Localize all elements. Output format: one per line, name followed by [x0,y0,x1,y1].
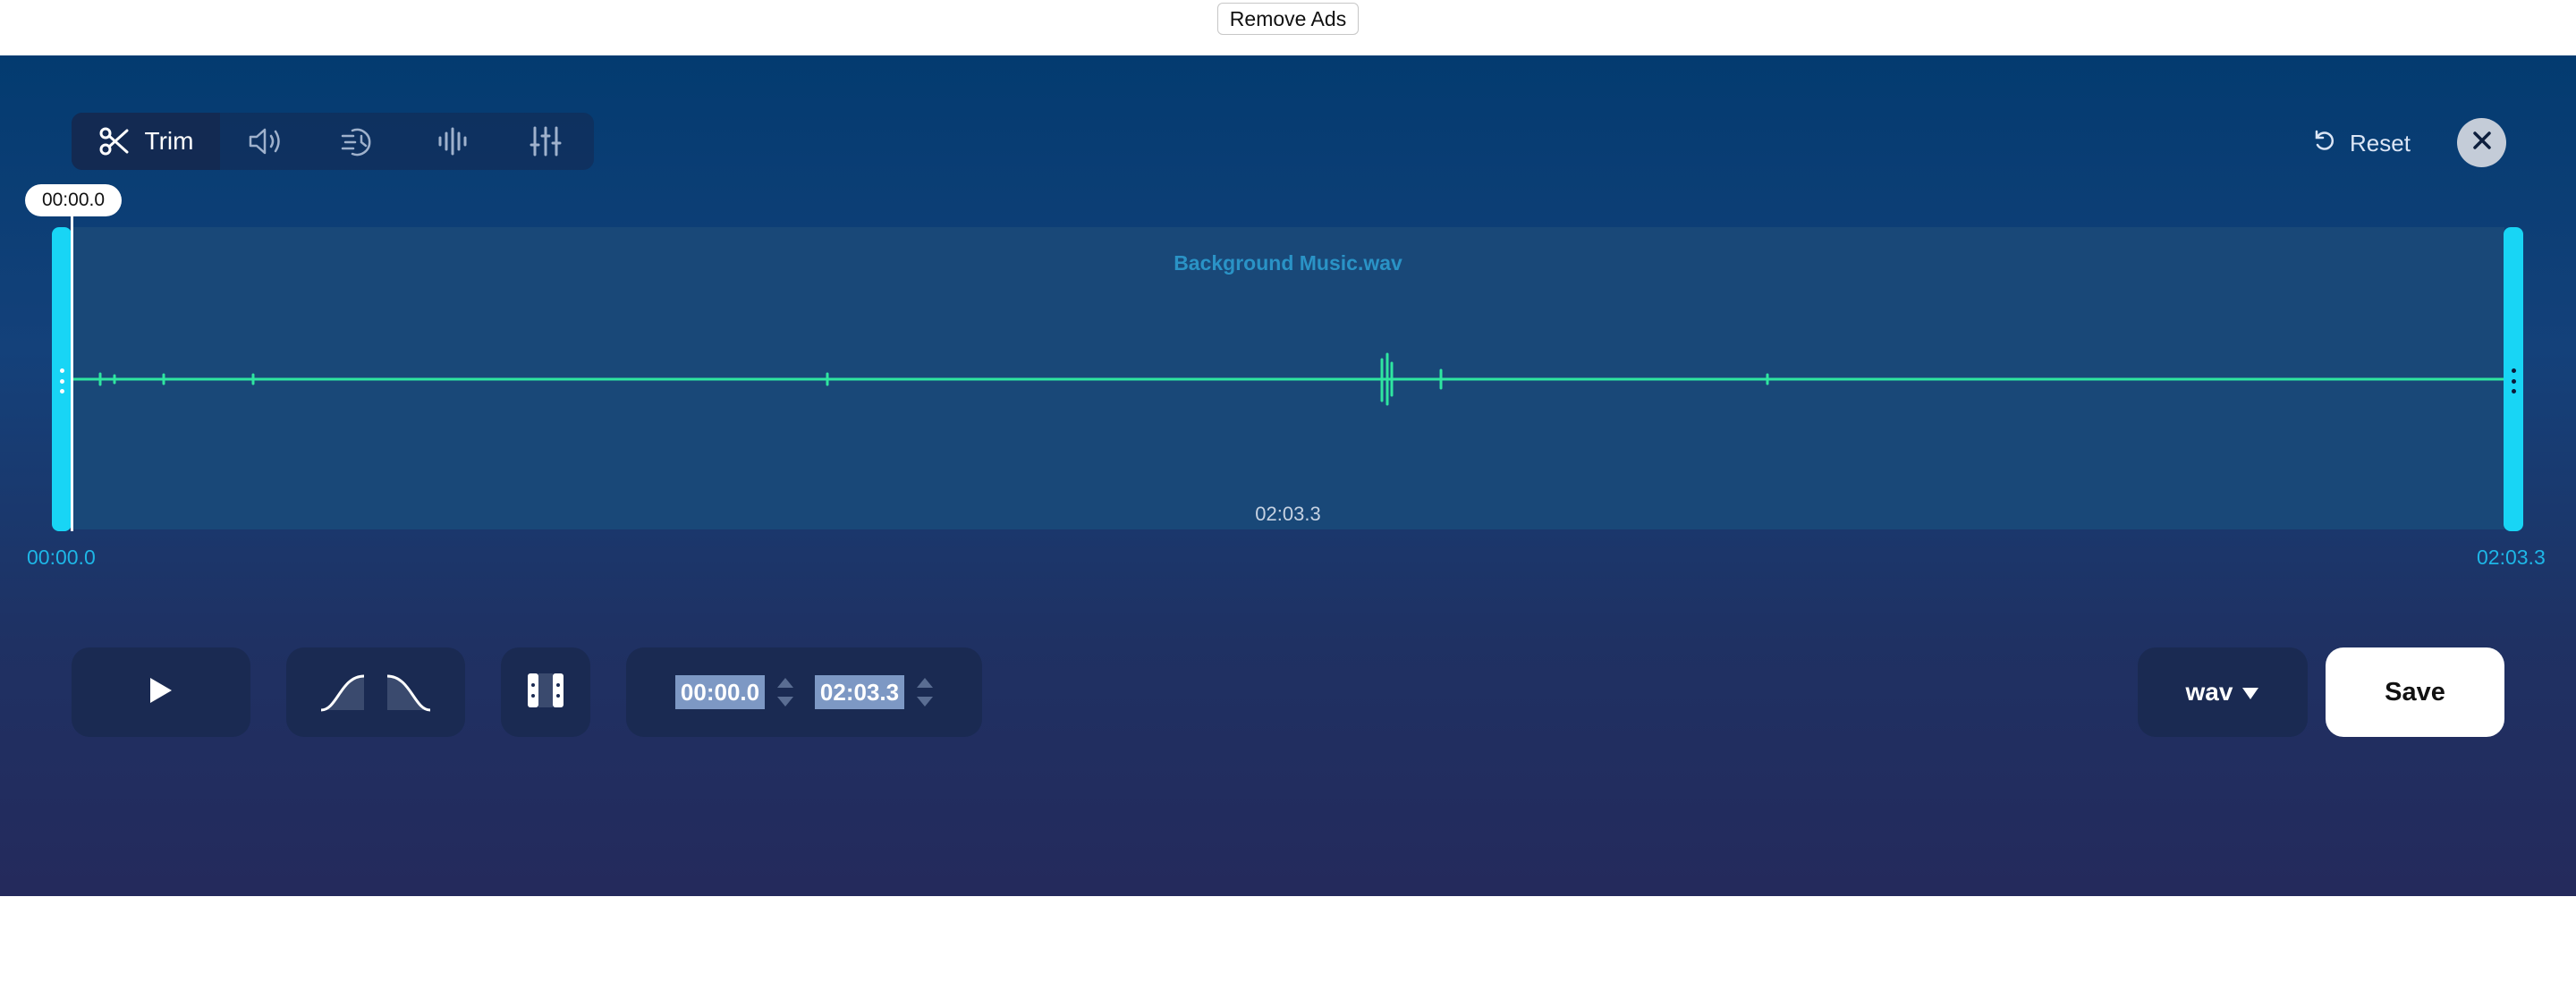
page-footer-space [0,896,2576,1007]
equalizer-icon [528,125,564,157]
tab-trim-label: Trim [144,127,194,155]
scissors-icon [98,125,131,157]
playhead-line[interactable] [71,227,73,531]
close-button[interactable] [2457,118,2506,167]
fade-out-icon[interactable] [386,673,432,712]
start-time-label: 00:00.0 [27,546,96,569]
tab-waveform[interactable] [406,113,499,170]
playhead-time-bubble: 00:00.0 [25,184,122,216]
start-time-input[interactable] [675,675,765,709]
trim-end-handle[interactable] [2504,227,2523,531]
reset-label: Reset [2350,129,2411,157]
increment-icon[interactable] [777,678,793,688]
waveform-area[interactable]: Background Music.wav 02:03.3 [72,227,2504,529]
start-time-box [675,675,793,709]
chevron-down-icon [2241,678,2259,707]
tab-volume[interactable] [220,113,313,170]
end-time-label: 02:03.3 [2477,546,2546,569]
fade-controls [286,647,465,737]
tab-speed[interactable] [313,113,406,170]
tool-tabs: Trim [72,113,594,170]
increment-icon[interactable] [917,678,933,688]
split-button[interactable] [501,647,590,737]
start-time-stepper[interactable] [777,678,793,707]
split-icon [526,672,565,714]
play-button[interactable] [72,647,250,737]
format-select[interactable]: wav [2138,647,2308,737]
trim-start-handle[interactable] [52,227,72,531]
volume-icon [247,125,286,157]
reset-button[interactable]: Reset [2312,125,2411,161]
decrement-icon[interactable] [777,697,793,707]
fade-in-icon[interactable] [319,673,366,712]
tab-trim[interactable]: Trim [72,113,220,170]
save-button[interactable]: Save [2326,647,2504,737]
decrement-icon[interactable] [917,697,933,707]
track-file-name: Background Music.wav [1174,251,1402,275]
waveform-icon [435,125,470,157]
time-range-inputs [626,647,982,737]
end-time-input[interactable] [815,675,904,709]
tab-equalizer[interactable] [499,113,592,170]
grip-dots-icon [2510,368,2517,393]
end-time-stepper[interactable] [917,678,933,707]
play-icon [148,676,174,709]
format-value: wav [2185,678,2233,706]
top-ad-bar: Remove Ads [0,0,2576,55]
end-time-box [815,675,933,709]
remove-ads-button[interactable]: Remove Ads [1217,3,1359,35]
undo-icon [2312,128,2337,159]
close-icon [2471,130,2493,156]
selection-duration: 02:03.3 [1255,503,1321,525]
grip-dots-icon [58,368,65,393]
audio-editor: Trim Reset 00:00.0 Background Music.wav … [0,55,2576,896]
speed-icon [340,123,379,159]
